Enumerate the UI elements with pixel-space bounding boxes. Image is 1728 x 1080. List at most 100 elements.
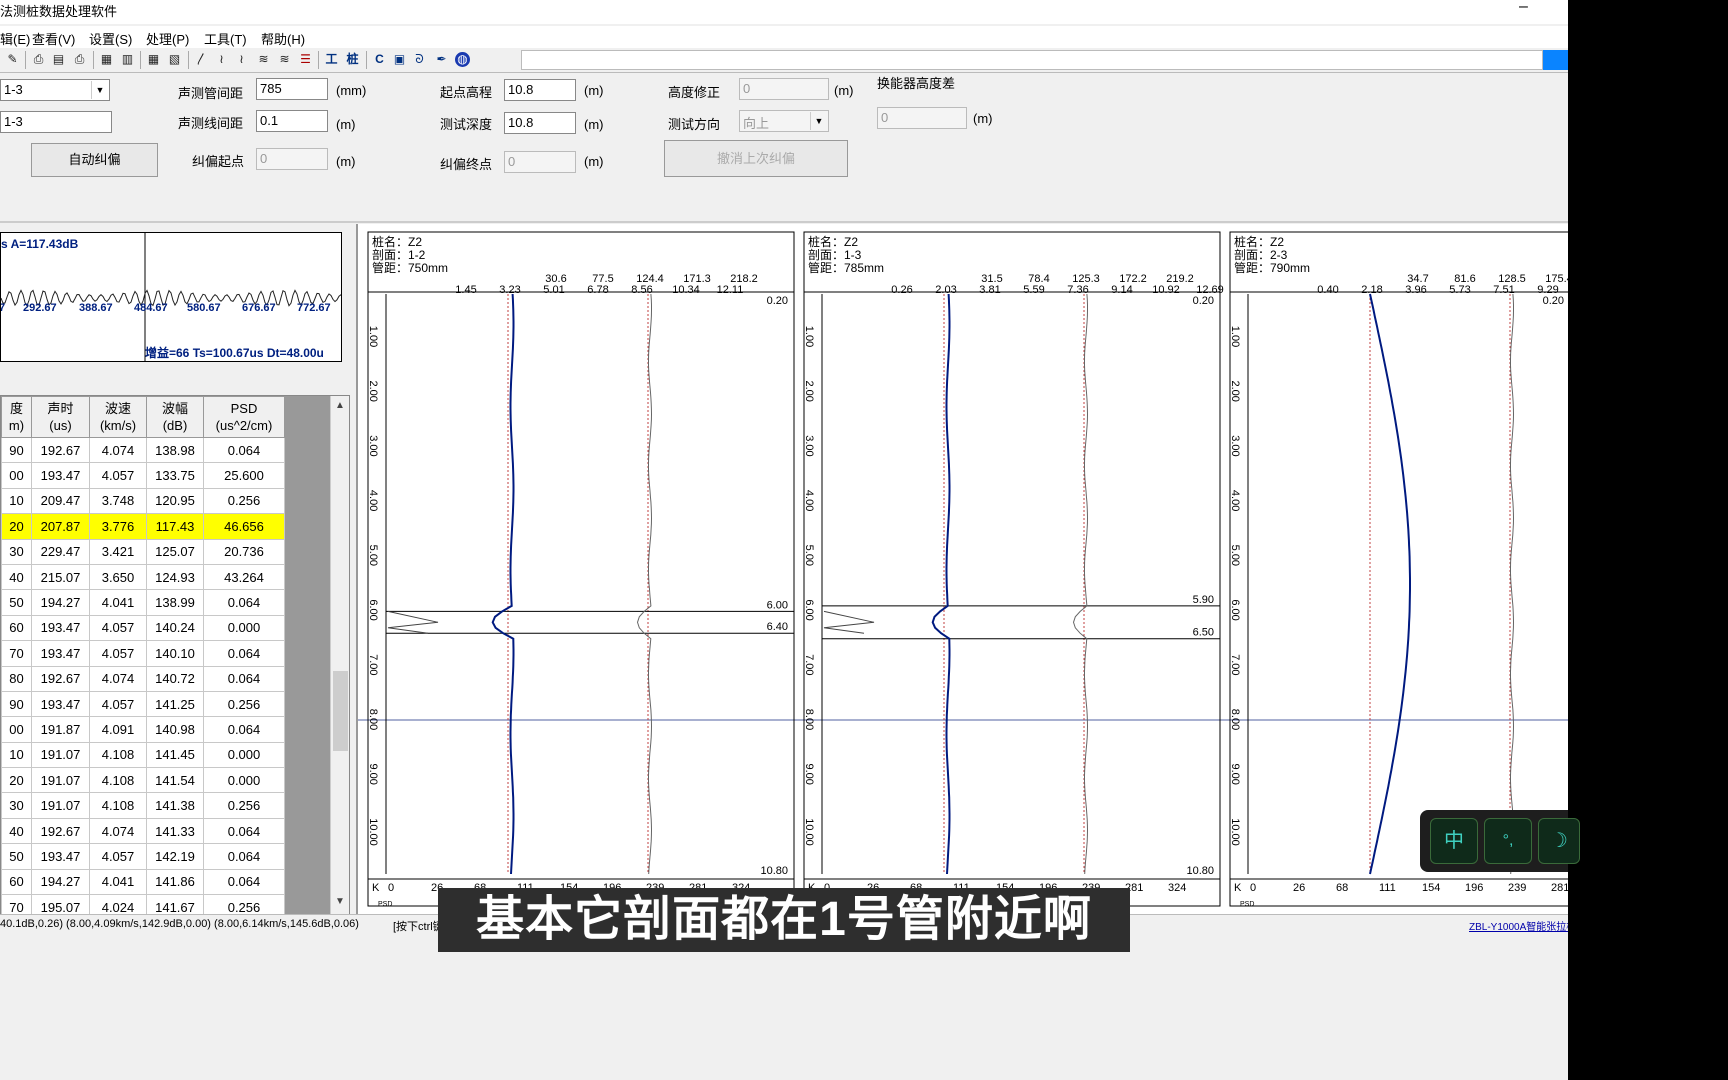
globe-icon[interactable]: ◍ xyxy=(455,52,470,67)
tube-spacing-field[interactable]: 785 xyxy=(256,78,328,100)
auto-correct-button[interactable]: 自动纠偏 xyxy=(31,143,158,177)
profile-combo[interactable]: 1-3 ▼ xyxy=(0,79,110,101)
waveform-panel: s A=117.43dB 7 292.67 388.67 484.67 580.… xyxy=(0,232,342,362)
table-cell: 3.748 xyxy=(89,487,147,515)
depth-tick-label: 6.00 xyxy=(367,599,379,620)
menu-edit[interactable]: 辑(E) xyxy=(0,29,30,48)
preview-icon[interactable]: ⎙ xyxy=(31,52,46,67)
wave-tick: 580.67 xyxy=(187,302,221,314)
table-row[interactable]: 90 193.47 4.057 141.25 0.256 xyxy=(1,690,285,718)
table-row[interactable]: 40 215.07 3.650 124.93 43.264 xyxy=(1,563,285,591)
start-elev-field[interactable]: 10.8 xyxy=(504,79,576,101)
chevron-down-icon[interactable]: ▼ xyxy=(810,112,827,130)
line-spacing-field[interactable]: 0.1 xyxy=(256,110,328,132)
table-row[interactable]: 70 195.07 4.024 141.67 0.256 xyxy=(1,894,285,914)
spiral-icon[interactable]: ᘐ xyxy=(412,52,427,67)
table-scrollbar[interactable]: ▲ ▼ xyxy=(330,396,349,914)
table-row[interactable]: 30 191.07 4.108 141.38 0.256 xyxy=(1,792,285,819)
ime-chinese-key[interactable]: 中 xyxy=(1430,818,1478,864)
wave-tick: 292.67 xyxy=(23,302,57,314)
ime-punct-key[interactable]: °, xyxy=(1484,818,1532,864)
grid-alt-icon[interactable]: ▧ xyxy=(167,52,182,67)
minimize-button[interactable]: – xyxy=(1519,0,1528,16)
table-row[interactable]: 70 193.47 4.057 140.10 0.064 xyxy=(1,640,285,667)
chevron-down-icon[interactable]: ▼ xyxy=(91,81,108,99)
scroll-thumb[interactable] xyxy=(333,671,348,751)
box-icon[interactable]: ▣ xyxy=(392,52,407,67)
pen-icon[interactable]: ✒ xyxy=(434,52,449,67)
menu-settings[interactable]: 设置(S) xyxy=(89,29,132,48)
print-setup-icon[interactable]: ▤ xyxy=(51,52,66,67)
work-icon[interactable]: 工 xyxy=(324,52,339,67)
table-row[interactable]: 60 194.27 4.041 141.86 0.064 xyxy=(1,868,285,896)
table-cell: 192.67 xyxy=(31,436,90,464)
table-cell: 140.72 xyxy=(146,665,204,692)
table-row[interactable]: 10 209.47 3.748 120.95 0.256 xyxy=(1,487,285,515)
start-elev-label: 起点高程 xyxy=(440,85,493,100)
table-row[interactable]: 60 193.47 4.057 140.24 0.000 xyxy=(1,614,285,642)
col-speed[interactable]: 波速 (km/s) xyxy=(89,396,147,438)
table-cell: 195.07 xyxy=(31,894,90,914)
col-depth[interactable]: 度 m) xyxy=(1,396,32,438)
table-row[interactable]: 80 192.67 4.074 140.72 0.064 xyxy=(1,665,285,692)
table-row[interactable]: 20 207.87 3.776 117.43 46.656 xyxy=(1,513,285,540)
profile-combo-value: 1-3 xyxy=(4,82,23,97)
curve3-icon[interactable]: ≀ xyxy=(234,52,249,67)
parameter-panel: 1-3 ▼ 1-3 自动纠偏 声测管间距 785 (mm) 声测线间距 0.1 … xyxy=(0,73,1568,223)
start-elev-unit: (m) xyxy=(584,83,604,98)
depth-tick-label: 10.00 xyxy=(367,818,379,846)
col-psd[interactable]: PSD (us^2/cm) xyxy=(203,396,285,438)
curve2-icon[interactable]: ≀ xyxy=(214,52,229,67)
ime-moon-icon[interactable]: ☽ xyxy=(1538,818,1580,864)
table-row[interactable]: 40 192.67 4.074 141.33 0.064 xyxy=(1,817,285,845)
table-row[interactable]: 30 229.47 3.421 125.07 20.736 xyxy=(1,538,285,565)
table-cell: 140.24 xyxy=(146,614,204,642)
pile-icon[interactable]: 桩 xyxy=(345,52,360,67)
table-row[interactable]: 90 192.67 4.074 138.98 0.064 xyxy=(1,436,285,464)
scroll-up-icon[interactable]: ▲ xyxy=(335,400,345,411)
wave-icon[interactable]: ≋ xyxy=(256,52,271,67)
height-fix-field[interactable]: 0 xyxy=(739,78,829,100)
table-row[interactable]: 50 193.47 4.057 142.19 0.064 xyxy=(1,843,285,870)
profile-name-field[interactable]: 1-3 xyxy=(0,111,112,133)
curve-icon[interactable]: 〳 xyxy=(194,52,209,67)
test-depth-field[interactable]: 10.8 xyxy=(504,112,576,134)
table-cell: 191.07 xyxy=(31,741,90,769)
menu-help[interactable]: 帮助(H) xyxy=(261,29,305,48)
table-cell: 4.074 xyxy=(89,665,147,692)
scroll-down-icon[interactable]: ▼ xyxy=(335,896,345,907)
table-icon[interactable]: ▦ xyxy=(99,52,114,67)
table-row[interactable]: 00 191.87 4.091 140.98 0.064 xyxy=(1,716,285,743)
bottom-tick-label: 26 xyxy=(1293,882,1305,894)
col-time[interactable]: 声时 (us) xyxy=(31,396,90,438)
table-row[interactable]: 20 191.07 4.108 141.54 0.000 xyxy=(1,767,285,794)
col-amp[interactable]: 波幅 (dB) xyxy=(146,396,204,438)
split-table-icon[interactable]: ▥ xyxy=(120,52,135,67)
print-icon[interactable]: ⎙ xyxy=(72,52,87,67)
paste-icon[interactable]: ✎ xyxy=(5,52,20,67)
bars-icon[interactable]: ☰ xyxy=(298,52,313,67)
menu-process[interactable]: 处理(P) xyxy=(146,29,189,48)
defect-bottom-label: 6.40 xyxy=(767,621,788,633)
table-row[interactable]: 00 193.47 4.057 133.75 25.600 xyxy=(1,462,285,489)
grid-icon[interactable]: ▦ xyxy=(146,52,161,67)
wave-tick: 7 xyxy=(1,302,5,314)
table-row[interactable]: 10 191.07 4.108 141.45 0.000 xyxy=(1,741,285,769)
depth-tick-label: 9.00 xyxy=(1229,764,1241,785)
menu-tools[interactable]: 工具(T) xyxy=(204,29,247,48)
test-dir-combo[interactable]: 向上 ▼ xyxy=(739,110,829,132)
table-row[interactable]: 50 194.27 4.041 138.99 0.064 xyxy=(1,589,285,616)
waveform-svg xyxy=(1,233,341,361)
correct-end-field[interactable]: 0 xyxy=(504,151,576,173)
c-icon[interactable]: C xyxy=(372,52,387,67)
table-cell: 3.776 xyxy=(89,513,147,540)
wave2-icon[interactable]: ≋ xyxy=(277,52,292,67)
table-cell: 140.98 xyxy=(146,716,204,743)
correct-start-field[interactable]: 0 xyxy=(256,148,328,170)
table-cell: 0.000 xyxy=(203,767,285,794)
undo-correct-button[interactable]: 撤消上次纠偏 xyxy=(664,140,848,177)
transducer-diff-field[interactable]: 0 xyxy=(877,107,967,129)
menu-view[interactable]: 查看(V) xyxy=(32,29,75,48)
table-cell: 50 xyxy=(1,589,32,616)
profile-spacing: 管距：785mm xyxy=(808,260,884,275)
